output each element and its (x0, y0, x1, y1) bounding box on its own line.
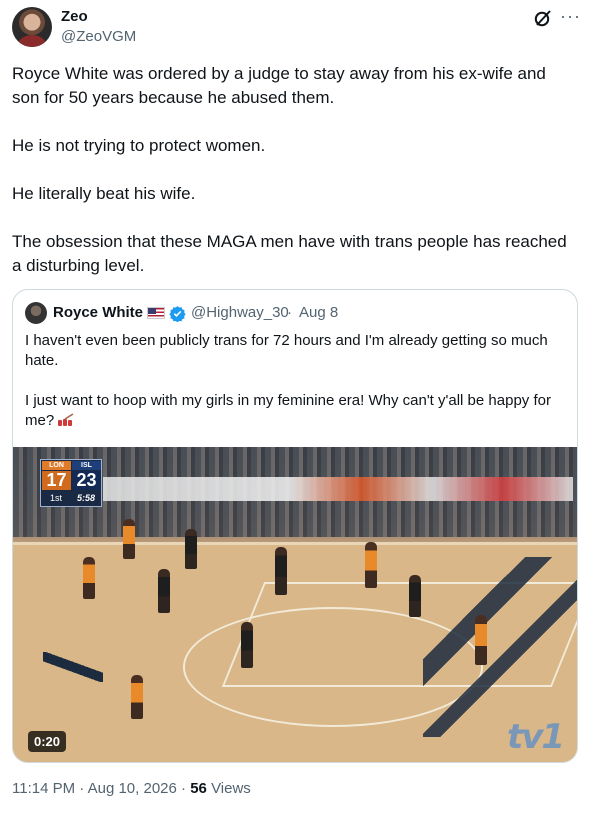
quoted-author-avatar[interactable] (25, 302, 47, 324)
scoreboard: LON ISL 17 23 1st 5:58 (40, 459, 102, 507)
more-icon[interactable]: ··· (560, 6, 580, 26)
post-date[interactable]: Aug 10, 2026 (88, 780, 177, 797)
home-score: 17 (42, 471, 71, 490)
player (158, 569, 170, 613)
player (241, 622, 253, 668)
player (83, 557, 95, 599)
home-team: LON (42, 461, 71, 470)
quoted-paragraph: I haven't even been publicly trans for 7… (25, 332, 548, 369)
video-player[interactable]: LON ISL 17 23 1st 5:58 tv1 0:20 (13, 447, 577, 762)
separator: · (287, 304, 292, 321)
player (475, 615, 487, 665)
quoted-post-date[interactable]: Aug 8 (299, 304, 338, 321)
away-team: ISL (72, 461, 101, 470)
grok-icon[interactable] (533, 8, 553, 28)
video-duration: 0:20 (28, 731, 67, 752)
player (365, 542, 377, 588)
post-paragraph: He is not trying to protect women. (12, 136, 266, 155)
away-score: 23 (72, 471, 101, 490)
referee (475, 527, 487, 573)
author-name[interactable]: Zeo (61, 8, 88, 25)
quoted-post[interactable]: Royce White @Highway_30 · Aug 8 I haven'… (12, 289, 578, 763)
referee (30, 519, 42, 559)
quoted-paragraph: I just want to hoop with my girls in my … (25, 392, 551, 429)
arena-banner (103, 477, 573, 501)
player (123, 519, 135, 559)
post-paragraph: He literally beat his wife. (12, 184, 196, 203)
channel-logo: tv1 (507, 717, 565, 757)
player (409, 575, 421, 617)
player (131, 675, 143, 719)
tweet: Zeo @ZeoVGM ··· Royce White was ordered … (0, 0, 592, 818)
nail-polish-emoji (58, 413, 74, 426)
post-paragraph: Royce White was ordered by a judge to st… (12, 64, 546, 107)
author-handle[interactable]: @ZeoVGM (61, 28, 136, 45)
post-time[interactable]: 11:14 PM (12, 780, 75, 797)
author-avatar[interactable] (12, 7, 52, 47)
player (185, 529, 197, 569)
player (275, 547, 287, 595)
us-flag-icon (147, 307, 165, 319)
game-period: 1st (49, 493, 62, 503)
post-paragraph: The obsession that these MAGA men have w… (12, 232, 567, 275)
referee (365, 685, 381, 739)
quoted-author-handle[interactable]: @Highway_30 (191, 304, 289, 321)
quoted-paragraph-block: I just want to hoop with my girls in my … (25, 391, 570, 431)
court-logo (43, 652, 103, 682)
separator: · (181, 780, 187, 797)
post-meta: 11:14 PM · Aug 10, 2026 · 56 Views (12, 780, 251, 797)
verified-badge-icon (169, 306, 186, 322)
separator: · (79, 780, 85, 797)
court-logo (423, 557, 577, 737)
views-count: 56 (190, 780, 207, 797)
views-label: Views (211, 780, 251, 797)
quoted-author-name[interactable]: Royce White (53, 304, 143, 321)
game-clock: 5:58 (76, 493, 95, 503)
